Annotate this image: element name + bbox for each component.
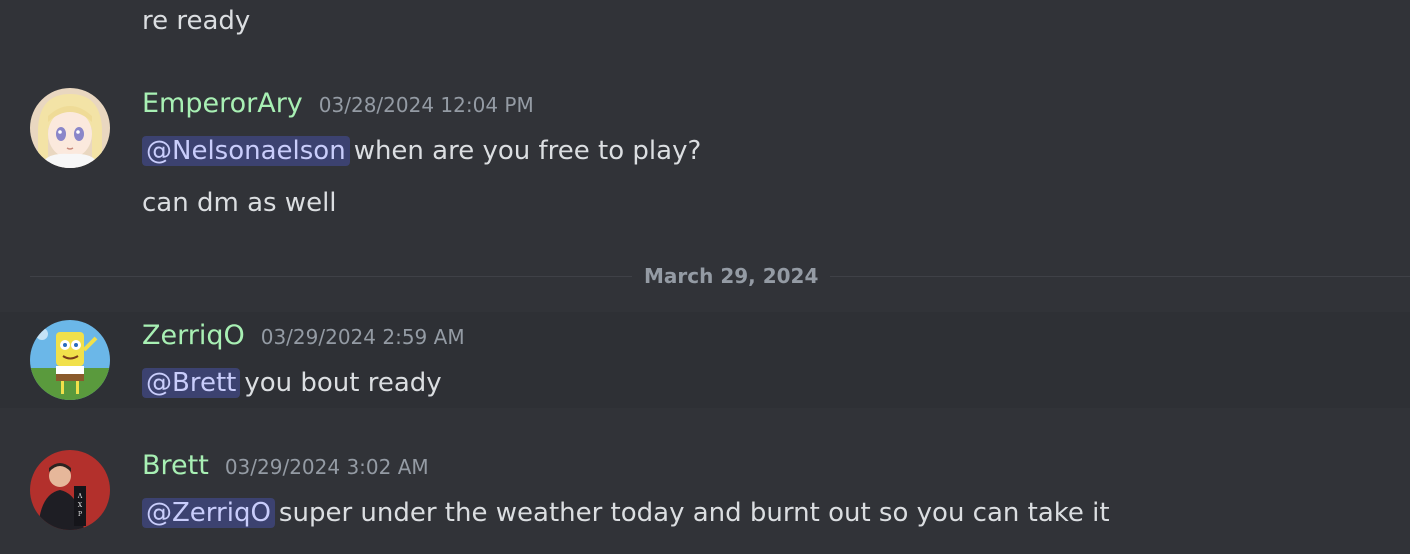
message-text: @Brett you bout ready [142, 366, 442, 400]
date-divider-label: March 29, 2024 [632, 263, 831, 289]
message-text: @ZerriqO super under the weather today an… [142, 496, 1110, 530]
message-content: super under the weather today and burnt … [278, 498, 1110, 528]
message-content: when are you free to play? [353, 136, 702, 166]
timestamp[interactable]: 03/29/2024 2:59 AM [261, 325, 465, 349]
svg-text:Λ: Λ [77, 493, 83, 500]
username[interactable]: EmperorAry [142, 88, 303, 119]
message-group-zerriqo: ZerriqO 03/29/2024 2:59 AM @Brett you bou… [0, 312, 1410, 408]
svg-text:Ρ: Ρ [78, 511, 82, 518]
message-group-emperorary: EmperorAry 03/28/2024 12:04 PM @Nelsonae… [0, 80, 1410, 230]
svg-text:X: X [78, 502, 83, 509]
message-text: can dm as well [142, 188, 337, 218]
message-header: EmperorAry 03/28/2024 12:04 PM [142, 88, 534, 119]
message-header: ZerriqO 03/29/2024 2:59 AM [142, 320, 465, 351]
chat-message-list: re ready EmperorAry 03/28/2024 12:04 PM … [0, 0, 1410, 554]
man-portrait-avatar[interactable]: Λ X Ρ [30, 450, 110, 530]
message-group-brett: Λ X Ρ Brett 03/29/2024 3:02 AM @ZerriqO s… [0, 442, 1410, 554]
spongebob-avatar[interactable] [30, 320, 110, 400]
message-text: @Nelsonaelson when are you free to play? [142, 134, 701, 168]
user-mention[interactable]: @Nelsonaelson [142, 136, 350, 166]
message-text-fragment: re ready [142, 6, 251, 36]
message-content: you bout ready [244, 368, 442, 398]
username[interactable]: ZerriqO [142, 320, 245, 351]
user-mention[interactable]: @ZerriqO [142, 498, 275, 528]
user-mention[interactable]: @Brett [142, 368, 241, 398]
timestamp[interactable]: 03/28/2024 12:04 PM [319, 93, 534, 117]
timestamp[interactable]: 03/29/2024 3:02 AM [225, 455, 429, 479]
message-header: Brett 03/29/2024 3:02 AM [142, 450, 429, 481]
anime-girl-avatar[interactable] [30, 88, 110, 168]
username[interactable]: Brett [142, 450, 209, 481]
